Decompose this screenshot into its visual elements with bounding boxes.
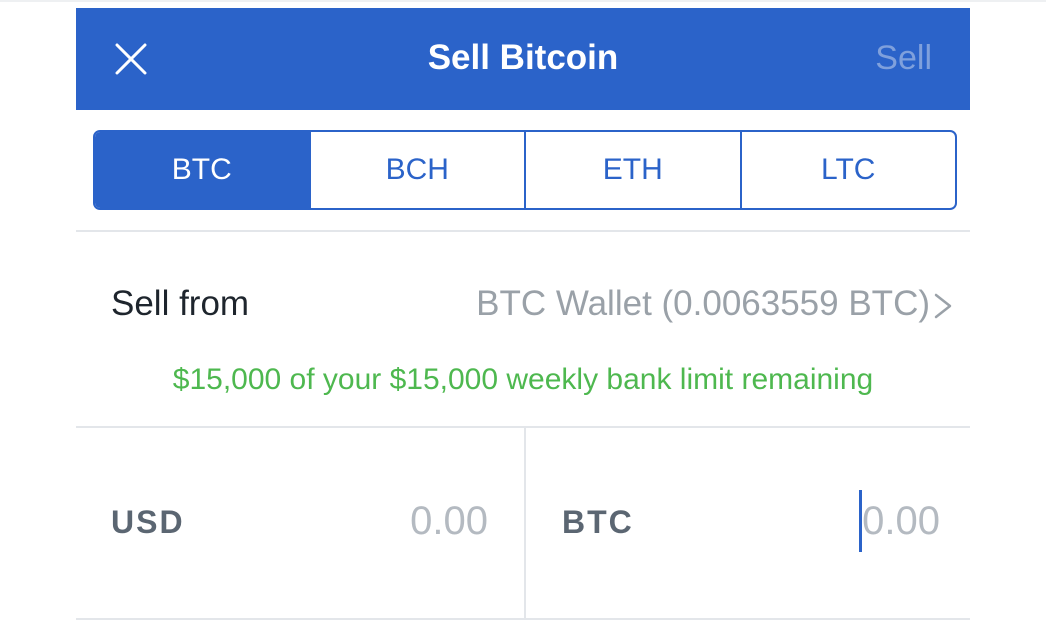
tab-btc[interactable]: BTC — [95, 132, 309, 208]
tab-ltc[interactable]: LTC — [739, 132, 956, 208]
top-edge — [0, 0, 1046, 2]
amount-divider-bottom — [76, 618, 970, 620]
section-divider — [76, 230, 970, 232]
page-title: Sell Bitcoin — [427, 38, 619, 77]
sell-button[interactable]: Sell — [875, 34, 932, 82]
usd-amount-placeholder: 0.00 — [410, 499, 488, 543]
sell-from-row[interactable]: Sell from BTC Wallet (0.0063559 BTC) — [76, 246, 970, 362]
weekly-limit-notice: $15,000 of your $15,000 weekly bank limi… — [172, 363, 874, 396]
currency-segment-control: BTC BCH ETH LTC — [93, 130, 957, 210]
sell-from-label: Sell from — [111, 284, 250, 323]
sell-screen: Sell Bitcoin Sell BTC BCH ETH LTC Sell f… — [76, 8, 970, 630]
text-cursor — [859, 490, 862, 552]
btc-amount-input[interactable]: BTC 0.00 — [526, 428, 970, 618]
wallet-selector-value: BTC Wallet (0.0063559 BTC) — [476, 284, 930, 323]
btc-currency-label: BTC — [562, 504, 634, 540]
nav-bar: Sell Bitcoin Sell — [76, 8, 970, 110]
chevron-right-icon — [934, 293, 952, 319]
tab-bch[interactable]: BCH — [308, 132, 525, 208]
tab-eth[interactable]: ETH — [524, 132, 740, 208]
amount-inputs: USD 0.00 BTC 0.00 — [76, 428, 970, 618]
usd-currency-label: USD — [111, 504, 185, 540]
btc-amount-placeholder: 0.00 — [862, 499, 940, 543]
usd-amount-input[interactable]: USD 0.00 — [76, 428, 524, 618]
